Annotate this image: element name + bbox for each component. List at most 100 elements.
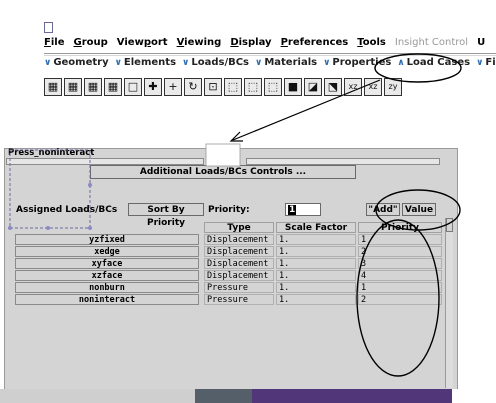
add-button[interactable]: "Add"	[366, 203, 400, 216]
chevron-down-icon: ∨	[476, 58, 484, 68]
column-header-scale-factor[interactable]: Scale Factor	[276, 222, 356, 233]
zoom-box-icon[interactable]: ⊡	[204, 78, 222, 96]
application-group-bar: ∨ Geometry ∨ Elements ∨ Loads/BCs ∨ Material…	[44, 57, 496, 73]
chevron-down-icon: ∨	[323, 58, 331, 68]
desktop-strip-gray	[0, 389, 195, 403]
menu-bar: File Group Viewport Viewing Display Pref…	[44, 37, 485, 53]
row-name-button[interactable]: yzfixed	[15, 234, 199, 245]
column-header-type[interactable]: Type	[204, 222, 274, 233]
group-fields[interactable]: ∨Fiel	[476, 57, 496, 73]
row-priority-cell[interactable]: 2	[358, 294, 442, 305]
window-checkbox[interactable]	[44, 22, 53, 33]
cube-icon[interactable]: ⬚	[224, 78, 242, 96]
row-priority-cell[interactable]: 2	[358, 246, 442, 257]
menu-divider-light	[44, 55, 496, 56]
grid-icon[interactable]: ▦	[44, 78, 62, 96]
group-geometry-label: Geometry	[53, 57, 109, 68]
cube-icon[interactable]: ⬚	[264, 78, 282, 96]
menu-preferences[interactable]: Preferences	[281, 37, 349, 53]
group-properties-label: Properties	[332, 57, 392, 68]
menu-viewing[interactable]: Viewing	[177, 37, 222, 53]
group-loads-bcs-label: Loads/BCs	[191, 57, 250, 68]
group-elements-label: Elements	[123, 57, 177, 68]
grid-icon[interactable]: ▦	[104, 78, 122, 96]
shade-icon[interactable]: ◪	[304, 78, 322, 96]
row-type-cell[interactable]: Displacement	[204, 234, 274, 245]
row-priority-cell[interactable]: 1	[358, 282, 442, 293]
menu-insight-control[interactable]: Insight Control	[395, 37, 468, 53]
additional-loads-bcs-controls-button[interactable]: Additional Loads/BCs Controls ...	[90, 165, 356, 179]
callout-arrow-head	[229, 131, 243, 142]
row-priority-cell[interactable]: 3	[358, 258, 442, 269]
chevron-down-icon: ∨	[182, 58, 190, 68]
title-horizontal-scrollbar[interactable]	[6, 158, 204, 165]
row-scale-cell[interactable]: 1.	[276, 258, 356, 269]
menu-file[interactable]: File	[44, 37, 64, 53]
table-vertical-scrollbar[interactable]	[445, 218, 453, 388]
row-type-cell[interactable]: Displacement	[204, 258, 274, 269]
menu-display[interactable]: Display	[230, 37, 271, 53]
chevron-down-icon: ∨	[255, 58, 263, 68]
cube-solid-icon[interactable]: ■	[284, 78, 302, 96]
zy-view-icon[interactable]: zy	[384, 78, 402, 96]
menu-truncated[interactable]: U	[477, 37, 485, 53]
column-header-priority[interactable]: Priority	[358, 222, 442, 233]
menu-viewport[interactable]: Viewport	[117, 37, 168, 53]
group-fields-label: Fiel	[485, 57, 496, 68]
row-name-button[interactable]: xzface	[15, 270, 199, 281]
row-type-cell[interactable]: Pressure	[204, 282, 274, 293]
row-name-button[interactable]: xyface	[15, 258, 199, 269]
group-properties[interactable]: ∨ Properties	[323, 57, 391, 73]
row-scale-cell[interactable]: 1.	[276, 234, 356, 245]
row-scale-cell[interactable]: 1.	[276, 246, 356, 257]
icon-toolbar: ▦ ▦ ▦ ▦ □ ✚ + ↻ ⊡ ⬚ ⬚ ⬚ ■ ◪ ⬔ xz xz zy	[44, 78, 402, 96]
group-load-cases[interactable]: ∧ Load Cases	[397, 57, 470, 73]
cube-icon[interactable]: ⬚	[244, 78, 262, 96]
panel-title-field[interactable]: Press_noninteract	[6, 148, 204, 158]
row-scale-cell[interactable]: 1.	[276, 270, 356, 281]
row-type-cell[interactable]: Displacement	[204, 270, 274, 281]
plus-move-icon[interactable]: ✚	[144, 78, 162, 96]
xz-view-icon[interactable]: xz	[344, 78, 362, 96]
desktop-strip-slate	[195, 389, 252, 403]
menu-divider	[44, 53, 496, 54]
value-button[interactable]: Value	[402, 203, 436, 216]
grid-icon[interactable]: ▦	[64, 78, 82, 96]
title-field-arrow[interactable]	[208, 148, 236, 158]
row-name-button[interactable]: xedge	[15, 246, 199, 257]
desktop-strip-white	[452, 389, 496, 403]
row-scale-cell[interactable]: 1.	[276, 282, 356, 293]
chevron-down-icon: ∨	[114, 58, 122, 68]
group-materials-label: Materials	[264, 57, 318, 68]
row-name-button[interactable]: noninteract	[15, 294, 199, 305]
group-materials[interactable]: ∨ Materials	[255, 57, 317, 73]
row-priority-cell[interactable]: 4	[358, 270, 442, 281]
plus-icon[interactable]: +	[164, 78, 182, 96]
priority-input[interactable]: 1	[285, 203, 321, 216]
row-name-button[interactable]: nonburn	[15, 282, 199, 293]
grid-icon[interactable]: ▦	[84, 78, 102, 96]
group-load-cases-label: Load Cases	[406, 57, 471, 68]
group-elements[interactable]: ∨ Elements	[115, 57, 176, 73]
menu-tools[interactable]: Tools	[357, 37, 386, 53]
scrollbar-thumb[interactable]	[446, 218, 453, 232]
assigned-loads-bcs-label: Assigned Loads/BCs	[16, 205, 118, 215]
row-type-cell[interactable]: Displacement	[204, 246, 274, 257]
chevron-up-icon: ∧	[397, 58, 405, 68]
sort-by-priority-button[interactable]: Sort By Priority	[128, 203, 204, 228]
desktop-strip-purple	[252, 389, 452, 403]
group-loads-bcs[interactable]: ∨ Loads/BCs	[182, 57, 249, 73]
group-geometry[interactable]: ∨ Geometry	[44, 57, 109, 73]
row-type-cell[interactable]: Pressure	[204, 294, 274, 305]
view-axes-icon[interactable]: ⬔	[324, 78, 342, 96]
row-priority-cell[interactable]: 1	[358, 234, 442, 245]
menu-group[interactable]: Group	[73, 37, 107, 53]
square-icon[interactable]: □	[124, 78, 142, 96]
priority-input-value: 1	[288, 205, 297, 215]
chevron-down-icon: ∨	[44, 58, 52, 68]
rotate-icon[interactable]: ↻	[184, 78, 202, 96]
right-horizontal-scrollbar[interactable]	[246, 158, 440, 165]
zx-view-icon[interactable]: xz	[364, 78, 382, 96]
row-scale-cell[interactable]: 1.	[276, 294, 356, 305]
priority-label: Priority:	[208, 205, 250, 215]
